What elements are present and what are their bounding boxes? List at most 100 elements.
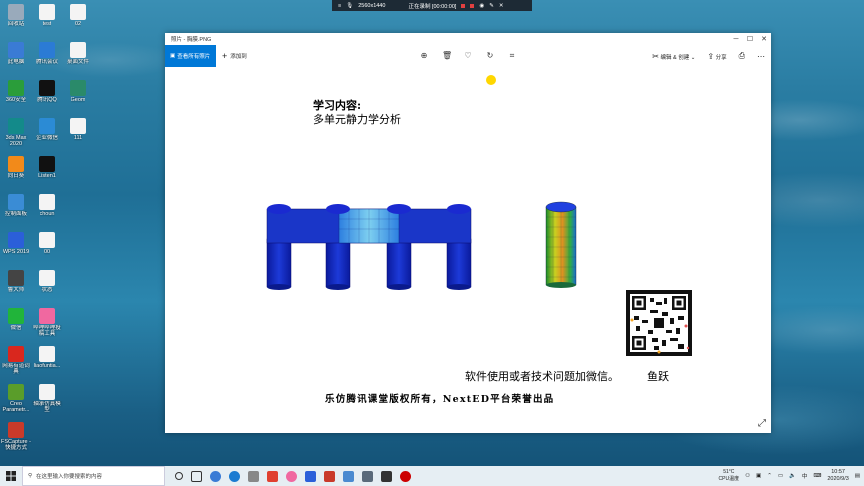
app-icon-6[interactable]	[305, 470, 316, 482]
crop-icon[interactable]: ⌗	[508, 51, 516, 61]
desktop-icon[interactable]: 腾讯会议	[31, 40, 63, 78]
window-titlebar: 照片 - 胸膜.PNG ─ ☐ ✕	[165, 33, 771, 45]
menu-icon[interactable]: ≡	[338, 3, 341, 9]
desktop-icon[interactable]: 回收站	[0, 2, 32, 40]
desktop-icon[interactable]: 00	[31, 230, 63, 268]
cpu-temp-label: CPU温度	[718, 475, 740, 482]
plus-icon: +	[222, 51, 228, 61]
desktop-icon[interactable]: 向日葵	[0, 154, 32, 192]
app-icon-10[interactable]	[381, 470, 392, 482]
desktop-icon[interactable]: 111	[62, 116, 94, 154]
tray-app-icon[interactable]: ▣	[756, 473, 761, 479]
stop-icon[interactable]	[470, 3, 475, 8]
person-icon[interactable]: ⚇	[745, 473, 750, 479]
desktop-icon-label: 回收站	[7, 21, 25, 27]
maximize-button[interactable]: ☐	[743, 33, 757, 45]
app-icon-4[interactable]	[267, 470, 278, 482]
more-icon[interactable]: ⋯	[757, 52, 765, 61]
ime-indicator[interactable]: 中	[802, 472, 808, 480]
taskbar: ⚲ 在这里输入你要搜索的内容 51°C CPU温度 ⚇ ▣ ⌃ ▭ 🔈 中 ⌨ …	[0, 466, 864, 486]
desktop-icon-label: 此电脑	[7, 59, 25, 65]
record-app-icon[interactable]	[400, 470, 411, 482]
desktop-icon[interactable]: Geom	[62, 78, 94, 116]
edit-create-button[interactable]: ✂ 编辑 & 创建 ⌄	[652, 52, 695, 61]
app-icon-9[interactable]	[362, 470, 373, 482]
add-to-button[interactable]: + 添加到	[222, 51, 247, 61]
desktop-icon[interactable]: choun	[31, 192, 63, 230]
close-recorder-icon[interactable]: ✕	[499, 3, 504, 9]
fea-model-frame	[266, 204, 472, 290]
desktop-icon[interactable]: 网易有道词典	[0, 344, 32, 382]
app-icon-8[interactable]	[343, 470, 354, 482]
desktop-icon[interactable]: 微信	[0, 306, 32, 344]
network-icon[interactable]: ▭	[778, 473, 783, 479]
desktop-icon-label: 腾讯会议	[35, 59, 58, 65]
task-view-icon[interactable]	[191, 470, 202, 482]
notification-icon[interactable]: ▤	[855, 473, 860, 479]
app-icon-3[interactable]	[248, 470, 259, 482]
share-label: 分享	[715, 54, 727, 61]
share-button[interactable]: ⇪ 分享	[707, 52, 726, 61]
edge-icon[interactable]	[229, 470, 240, 482]
favorite-icon[interactable]: ♡	[464, 51, 472, 61]
pause-icon[interactable]	[461, 3, 466, 8]
desktop-icon[interactable]: 3ds Max 2020	[0, 116, 32, 154]
desktop-icon[interactable]: WPS 2019	[0, 230, 32, 268]
app-icon	[8, 156, 24, 172]
zoom-icon[interactable]: ⊕	[420, 51, 428, 61]
desktop-icon[interactable]: 控制面板	[0, 192, 32, 230]
volume-icon[interactable]: 🔈	[789, 473, 796, 479]
desktop-icon[interactable]: Listen1	[31, 154, 63, 192]
window-title: 照片 - 胸膜.PNG	[171, 37, 212, 43]
desktop-icon-label: 向日葵	[7, 173, 25, 179]
desktop-icons-column-2: test 腾讯会议腾讯QQ 企业微信 Listen1 choun 00 状态哔哩哔哩投稿工具…	[31, 2, 63, 420]
desktop-icon[interactable]: 轴承仿真模型	[31, 382, 63, 420]
desktop-icon[interactable]: 此电脑	[0, 40, 32, 78]
app-icon-1[interactable]	[210, 470, 221, 482]
desktop-icon[interactable]: 02	[62, 2, 94, 40]
desktop-icon[interactable]: 桌面文件	[62, 40, 94, 78]
app-icon-5[interactable]	[286, 470, 297, 482]
fullscreen-icon[interactable]: ⤢	[758, 418, 766, 429]
desktop-icon[interactable]: 企业微信	[31, 116, 63, 154]
app-icon-7[interactable]	[324, 470, 335, 482]
mic-icon[interactable]: 🎙	[346, 3, 353, 9]
camera-icon[interactable]: ◉	[479, 3, 484, 9]
desktop-icon[interactable]: FSCapture - 快捷方式	[0, 420, 32, 458]
desktop-icon[interactable]: 鲁大师	[0, 268, 32, 306]
desktop-icon[interactable]: 哔哩哔哩投稿工具	[31, 306, 63, 344]
desktop-icon-label: Creo Parametr...	[2, 401, 30, 413]
desktop-icon[interactable]: liaofuntia...	[31, 344, 63, 382]
start-button[interactable]	[0, 466, 22, 486]
desktop-icon[interactable]: 腾讯QQ	[31, 78, 63, 116]
delete-icon[interactable]: 🗑	[442, 51, 452, 61]
view-all-photos-button[interactable]: ▣ 查看所有照片	[165, 45, 216, 67]
photo-toolbar: ▣ 查看所有照片 + 添加到 ⊕ 🗑 ♡ ↻ ⌗ ✂ 编辑 & 创建 ⌄ ⇪ 分…	[165, 45, 771, 67]
photos-window: 照片 - 胸膜.PNG ─ ☐ ✕ ▣ 查看所有照片 + 添加到 ⊕ 🗑 ♡ ↻…	[165, 33, 771, 433]
minimize-button[interactable]: ─	[729, 33, 743, 45]
slide-title-line2: 多单元静力学分析	[313, 113, 401, 126]
print-icon[interactable]: ⎙	[739, 51, 745, 61]
close-button[interactable]: ✕	[757, 33, 771, 45]
desktop-icon[interactable]: test	[31, 2, 63, 40]
desktop-icon[interactable]: 状态	[31, 268, 63, 306]
chevron-up-icon[interactable]: ⌃	[767, 473, 772, 479]
cpu-temp-widget[interactable]: 51°C CPU温度	[719, 469, 740, 482]
clock[interactable]: 10:57 2020/9/3	[827, 469, 848, 482]
app-icon	[39, 270, 55, 286]
desktop-icon-label: 状态	[41, 287, 53, 293]
desktop-icon-label: test	[42, 21, 52, 27]
desktop-icon[interactable]: 360安全	[0, 78, 32, 116]
cortana-icon[interactable]	[175, 472, 183, 480]
rotate-icon[interactable]: ↻	[486, 51, 494, 61]
keyboard-icon[interactable]: ⌨	[813, 473, 821, 479]
pen-icon[interactable]: ✎	[489, 3, 494, 9]
app-icon	[70, 4, 86, 20]
taskbar-search-box[interactable]: ⚲ 在这里输入你要搜索的内容	[22, 466, 165, 486]
app-icon	[39, 232, 55, 248]
edit-icon: ✂	[652, 51, 659, 61]
desktop-icon-label: liaofuntia...	[33, 363, 61, 369]
search-placeholder: 在这里输入你要搜索的内容	[36, 474, 103, 480]
desktop-icon-label: 轴承仿真模型	[33, 401, 61, 413]
desktop-icon[interactable]: Creo Parametr...	[0, 382, 32, 420]
